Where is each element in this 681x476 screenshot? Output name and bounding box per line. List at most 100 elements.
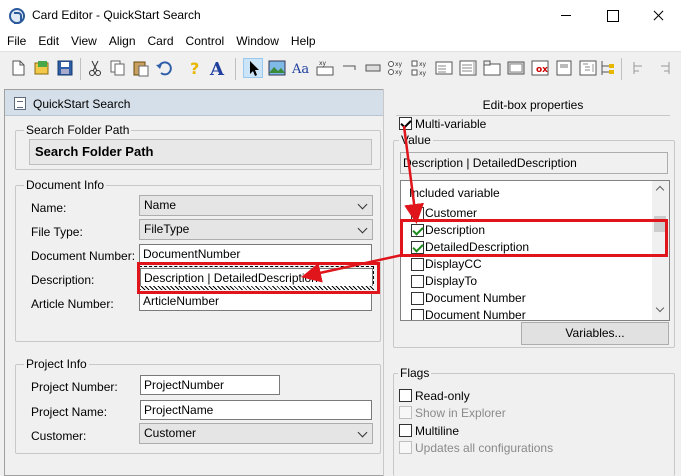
list-item[interactable]: DisplayTo xyxy=(401,273,651,290)
search-folder-group-label: Search Folder Path xyxy=(24,123,132,137)
card-title: QuickStart Search xyxy=(33,97,131,111)
font-icon[interactable]: A xyxy=(207,58,227,80)
svg-text:?: ? xyxy=(190,59,199,78)
align-left-icon[interactable] xyxy=(628,58,648,78)
list-item[interactable]: Document Number xyxy=(401,290,651,307)
variable-checkbox[interactable] xyxy=(411,292,424,305)
variable-checkbox[interactable] xyxy=(411,207,424,220)
variable-checkbox[interactable] xyxy=(411,309,424,320)
card-header: QuickStart Search xyxy=(5,90,383,116)
show-in-explorer-checkbox[interactable] xyxy=(399,406,412,419)
undo-icon[interactable] xyxy=(154,58,174,78)
select-pointer-icon[interactable] xyxy=(243,58,263,78)
list-item[interactable]: Customer xyxy=(401,205,651,222)
toolbar-separator xyxy=(235,58,236,80)
paste-icon[interactable] xyxy=(131,58,151,78)
variable-checkbox[interactable] xyxy=(411,275,424,288)
variables-button[interactable]: Variables... xyxy=(521,322,669,345)
list-item[interactable]: Description xyxy=(401,222,651,239)
name-label: Name: xyxy=(31,201,67,215)
scroll-thumb[interactable] xyxy=(654,216,666,232)
image-icon[interactable] xyxy=(506,58,526,78)
customer-label: Customer: xyxy=(31,429,87,443)
multi-variable-checkbox[interactable] xyxy=(399,117,412,130)
maximize-button[interactable] xyxy=(589,0,635,31)
align-right-icon[interactable] xyxy=(655,58,675,78)
variable-label: Document Number xyxy=(425,291,526,305)
variable-checkbox[interactable] xyxy=(411,224,424,237)
cut-icon[interactable] xyxy=(85,58,105,78)
name-combo[interactable]: Name xyxy=(139,195,373,216)
minimize-button[interactable] xyxy=(543,0,589,31)
properties-divider xyxy=(396,115,670,116)
menu-window[interactable]: Window xyxy=(230,31,285,51)
read-only-checkbox[interactable] xyxy=(399,389,412,402)
show-in-explorer-label: Show in Explorer xyxy=(415,406,506,420)
rectangle-icon[interactable] xyxy=(363,58,383,78)
updates-all-configurations-label: Updates all configurations xyxy=(415,441,554,455)
file-type-label: File Type: xyxy=(31,225,83,239)
tree-icon[interactable] xyxy=(554,58,574,78)
project-name-field[interactable]: ProjectName xyxy=(140,400,372,420)
toolbar-separator xyxy=(621,58,622,80)
list-item[interactable]: DisplayCC xyxy=(401,256,651,273)
variable-label: DisplayCC xyxy=(425,257,482,271)
multiline-label: Multiline xyxy=(415,424,460,438)
open-icon[interactable] xyxy=(32,58,52,78)
line-icon[interactable] xyxy=(339,58,359,78)
search-folder-path-field[interactable]: Search Folder Path xyxy=(29,139,372,165)
scroll-up-icon[interactable] xyxy=(655,185,665,195)
variable-checkbox[interactable] xyxy=(411,258,424,271)
variable-label: DetailedDescription xyxy=(425,240,530,254)
checkbox-icon[interactable]: xy xy xyxy=(410,58,430,78)
svg-text:ox: ox xyxy=(536,65,548,75)
file-type-combo-value: FileType xyxy=(144,222,190,236)
properties-title: Edit-box properties xyxy=(482,98,584,112)
combo-icon[interactable] xyxy=(434,58,454,78)
updates-all-configurations-checkbox[interactable] xyxy=(399,441,412,454)
variable-checkbox[interactable] xyxy=(411,241,424,254)
multiline-checkbox[interactable] xyxy=(399,424,412,437)
included-variable-list[interactable]: Included variable Customer Description D… xyxy=(400,180,670,321)
tree-view-icon[interactable] xyxy=(597,58,617,78)
resize-handle-strip[interactable] xyxy=(140,286,374,290)
description-label: Description: xyxy=(31,273,95,287)
new-document-icon[interactable] xyxy=(8,58,28,78)
close-button[interactable] xyxy=(635,0,681,31)
customer-combo-value: Customer xyxy=(144,426,197,440)
listbox-icon[interactable] xyxy=(458,58,478,78)
multi-variable-label: Multi-variable xyxy=(415,117,487,131)
project-number-field[interactable]: ProjectNumber xyxy=(140,375,280,395)
article-number-field[interactable]: ArticleNumber xyxy=(139,292,372,311)
list-header-label: Included variable xyxy=(409,186,500,200)
file-type-combo[interactable]: FileType xyxy=(139,219,373,240)
copy-icon[interactable] xyxy=(108,58,128,78)
list-scrollbar[interactable] xyxy=(652,181,669,320)
document-number-field[interactable]: DocumentNumber xyxy=(139,244,372,264)
help-icon[interactable]: ? xyxy=(185,58,205,78)
list-item[interactable]: Document Number xyxy=(401,307,651,320)
label-icon[interactable]: Aa xyxy=(291,58,311,78)
menu-align[interactable]: Align xyxy=(103,31,142,51)
field-icon[interactable]: xy xyxy=(315,58,335,78)
save-icon[interactable] xyxy=(55,58,75,78)
window-title: Card Editor - QuickStart Search xyxy=(32,8,201,22)
scroll-down-icon[interactable] xyxy=(655,303,665,313)
customer-combo[interactable]: Customer xyxy=(139,423,373,444)
toolbar: ? A Aa xy xy xy xy xy ox xyxy=(0,51,681,85)
value-display-field[interactable]: Description | DetailedDescription xyxy=(400,152,668,174)
property-icon[interactable]: ox xyxy=(530,58,550,78)
radio-set-icon[interactable]: xy xy xyxy=(386,58,406,78)
list-item[interactable]: DetailedDescription xyxy=(401,239,651,256)
picture-icon[interactable] xyxy=(267,58,287,78)
menu-bar: File Edit View Align Card Control Window… xyxy=(0,31,681,51)
menu-control[interactable]: Control xyxy=(180,31,231,51)
menu-card[interactable]: Card xyxy=(142,31,180,51)
svg-text:Aa: Aa xyxy=(291,62,309,77)
menu-help[interactable]: Help xyxy=(285,31,322,51)
menu-view[interactable]: View xyxy=(65,31,103,51)
hierarchy-icon[interactable] xyxy=(578,58,598,78)
tab-icon[interactable] xyxy=(482,58,502,78)
menu-edit[interactable]: Edit xyxy=(32,31,65,51)
menu-file[interactable]: File xyxy=(0,31,32,51)
